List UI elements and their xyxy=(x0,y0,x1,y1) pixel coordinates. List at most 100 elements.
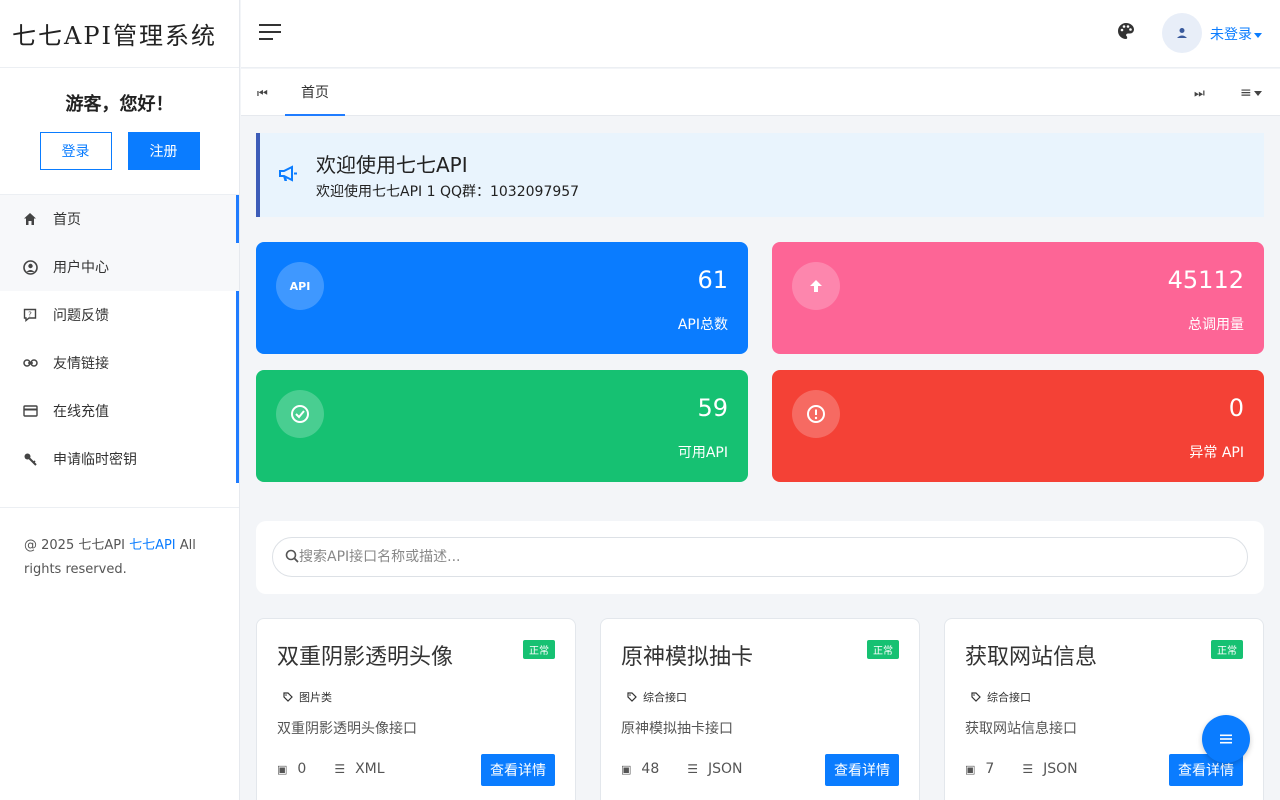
api-card-title: 获取网站信息 xyxy=(965,645,1098,670)
register-button[interactable]: 注册 xyxy=(127,132,200,170)
credit-card-icon xyxy=(22,403,38,419)
tab-home[interactable]: 首页 xyxy=(285,69,345,116)
response-format: JSON xyxy=(708,761,743,777)
feedback-icon: ? xyxy=(22,307,38,323)
list-icon: ☰ xyxy=(334,762,346,776)
tab-options-menu-icon[interactable]: ≡ xyxy=(1240,85,1262,101)
sidebar-item-label: 申请临时密钥 xyxy=(53,452,137,468)
category-tag: 综合接口 xyxy=(621,687,693,707)
tag-icon xyxy=(283,692,293,702)
stat-label: 可用API xyxy=(677,445,728,461)
stat-value: 59 xyxy=(697,394,728,422)
welcome-banner: 欢迎使用七七API 欢迎使用七七API 1 QQ群：1032097957 xyxy=(256,133,1264,217)
stat-value: 61 xyxy=(697,266,728,294)
alert-circle-icon xyxy=(792,390,840,438)
user-icon xyxy=(1177,28,1187,38)
greeting-text: 游客，您好！ xyxy=(65,94,174,115)
api-card-description: 双重阴影透明头像接口 xyxy=(277,721,417,737)
search-input[interactable] xyxy=(299,549,1247,565)
palette-icon[interactable] xyxy=(1117,22,1137,42)
sidebar-footer: @ 2025 七七API 七七API All rights reserved. xyxy=(0,507,239,608)
category-tag: 图片类 xyxy=(277,687,338,707)
stat-value: 0 xyxy=(1228,394,1244,422)
caret-down-icon xyxy=(1254,32,1262,38)
link-icon xyxy=(22,355,38,371)
stat-total-api: API 61 API总数 xyxy=(256,242,748,354)
sidebar-item-label: 在线充值 xyxy=(53,404,109,420)
sidebar-item-temp-key[interactable]: 申请临时密钥 xyxy=(0,435,239,483)
sidebar-item-recharge[interactable]: 在线充值 xyxy=(0,387,239,435)
stat-label: 总调用量 xyxy=(1188,317,1244,333)
home-icon xyxy=(22,211,38,227)
sidebar: 七七API管理系统 游客，您好！ 登录 注册 首页 用户中心 ? 问题反馈 友情… xyxy=(0,0,240,800)
sidebar-item-label: 问题反馈 xyxy=(53,308,109,324)
api-card-meta: ▣ 48 ☰ JSON xyxy=(621,761,771,777)
stat-available-api: 59 可用API xyxy=(256,370,748,482)
sidebar-item-label: 首页 xyxy=(53,212,81,228)
status-badge: 正常 xyxy=(867,640,899,659)
sidebar-item-label: 用户中心 xyxy=(53,260,109,276)
floating-menu-button[interactable] xyxy=(1202,715,1250,763)
calls-icon: ▣ xyxy=(621,762,632,776)
user-status-label: 未登录 xyxy=(1210,27,1252,43)
scroll-first-tab-icon[interactable]: ⏮ xyxy=(257,86,268,101)
scroll-last-tab-icon[interactable]: ⏭ xyxy=(1194,86,1205,101)
status-badge: 正常 xyxy=(523,640,555,659)
tab-bar: ⏮ 首页 ⏭ ≡ xyxy=(241,69,1280,116)
category-tag: 综合接口 xyxy=(965,687,1037,707)
guest-greeting-panel: 游客，您好！ 登录 注册 xyxy=(0,68,239,195)
sidebar-item-feedback[interactable]: ? 问题反馈 xyxy=(0,291,239,339)
avatar[interactable] xyxy=(1162,13,1202,53)
list-icon: ☰ xyxy=(687,762,698,776)
api-card[interactable]: 获取网站信息 正常 综合接口 获取网站信息接口 ▣ 7 ☰ JSON 查看详情 xyxy=(944,618,1264,800)
view-details-button[interactable]: 查看详情 xyxy=(825,754,899,786)
welcome-subtitle: 欢迎使用七七API 1 QQ群：1032097957 xyxy=(316,184,580,200)
login-button[interactable]: 登录 xyxy=(39,132,112,170)
app-title: 七七API管理系统 xyxy=(0,0,239,68)
api-card-meta: ▣ 7 ☰ JSON xyxy=(965,761,1106,777)
call-count: 7 xyxy=(985,761,995,777)
menu-icon xyxy=(1220,734,1232,744)
stat-value: 45112 xyxy=(1167,266,1244,294)
calls-icon: ▣ xyxy=(965,762,976,776)
welcome-title: 欢迎使用七七API xyxy=(316,153,468,177)
list-icon: ☰ xyxy=(1022,762,1034,776)
api-icon: API xyxy=(276,262,324,310)
api-card[interactable]: 双重阴影透明头像 正常 图片类 双重阴影透明头像接口 ▣ 0 ☰ XML 查看详情 xyxy=(256,618,576,800)
calls-icon: ▣ xyxy=(277,762,288,776)
search-panel xyxy=(256,521,1264,594)
api-card-title: 双重阴影透明头像 xyxy=(277,645,454,670)
call-count: 48 xyxy=(641,761,660,777)
api-card-description: 原神模拟抽卡接口 xyxy=(621,721,733,737)
footer-link[interactable]: 七七API xyxy=(129,538,176,553)
user-circle-icon xyxy=(22,259,38,275)
response-format: JSON xyxy=(1043,761,1078,777)
sidebar-item-links[interactable]: 友情链接 xyxy=(0,339,239,387)
status-badge: 正常 xyxy=(1211,640,1243,659)
view-details-button[interactable]: 查看详情 xyxy=(481,754,555,786)
search-icon xyxy=(285,548,299,567)
arrow-up-icon xyxy=(792,262,840,310)
api-card-title: 原神模拟抽卡 xyxy=(621,645,754,670)
stat-label: 异常 API xyxy=(1189,445,1244,461)
api-card-description: 获取网站信息接口 xyxy=(965,721,1077,737)
top-header: 未登录 xyxy=(241,0,1280,68)
tag-icon xyxy=(627,692,637,702)
stat-error-api: 0 异常 API xyxy=(772,370,1264,482)
call-count: 0 xyxy=(297,761,307,777)
user-dropdown[interactable]: 未登录 xyxy=(1210,24,1262,44)
footer-prefix: @ 2025 七七API xyxy=(24,538,130,553)
key-icon xyxy=(22,451,38,467)
megaphone-icon xyxy=(278,165,298,187)
stat-total-calls: 45112 总调用量 xyxy=(772,242,1264,354)
sidebar-nav: 首页 用户中心 ? 问题反馈 友情链接 在线充值 申请临时密钥 xyxy=(0,195,239,483)
check-circle-icon xyxy=(276,390,324,438)
api-card-meta: ▣ 0 ☰ XML xyxy=(277,761,413,777)
tag-icon xyxy=(971,692,981,702)
sidebar-item-home[interactable]: 首页 xyxy=(0,195,239,243)
sidebar-item-label: 友情链接 xyxy=(53,356,109,372)
menu-toggle-icon[interactable] xyxy=(259,24,281,42)
search-box[interactable] xyxy=(272,537,1248,577)
api-card[interactable]: 原神模拟抽卡 正常 综合接口 原神模拟抽卡接口 ▣ 48 ☰ JSON 查看详情 xyxy=(600,618,920,800)
sidebar-item-user-center[interactable]: 用户中心 xyxy=(0,243,239,291)
